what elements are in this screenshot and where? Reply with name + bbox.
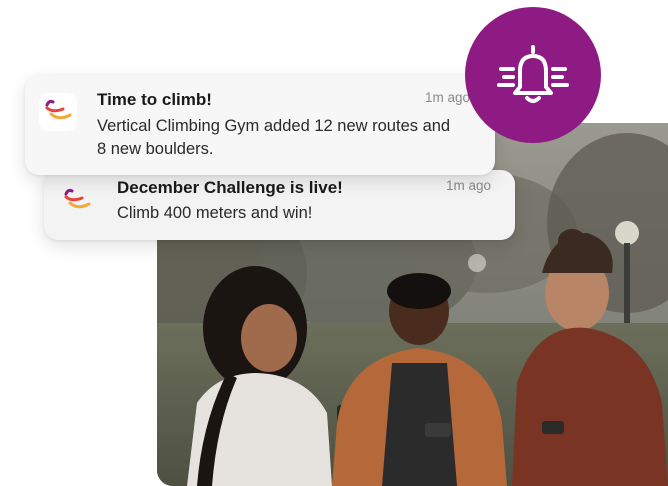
notification-body: Climb 400 meters and win! [117,204,313,222]
climber-icon [58,182,96,220]
notification-card[interactable]: December Challenge is live! 1m ago Climb… [44,170,515,240]
notification-title: December Challenge is live! [117,178,343,197]
notification-time: 1m ago [425,90,471,105]
climber-icon [39,93,77,131]
notification-card[interactable]: Time to climb! 1m ago Vertical Climbing … [25,75,495,175]
notification-body: Vertical Climbing Gym added 12 new route… [97,117,451,158]
notification-title: Time to climb! [97,90,212,109]
bell-icon [497,45,569,103]
bell-badge [465,7,601,143]
notification-time: 1m ago [446,178,492,193]
